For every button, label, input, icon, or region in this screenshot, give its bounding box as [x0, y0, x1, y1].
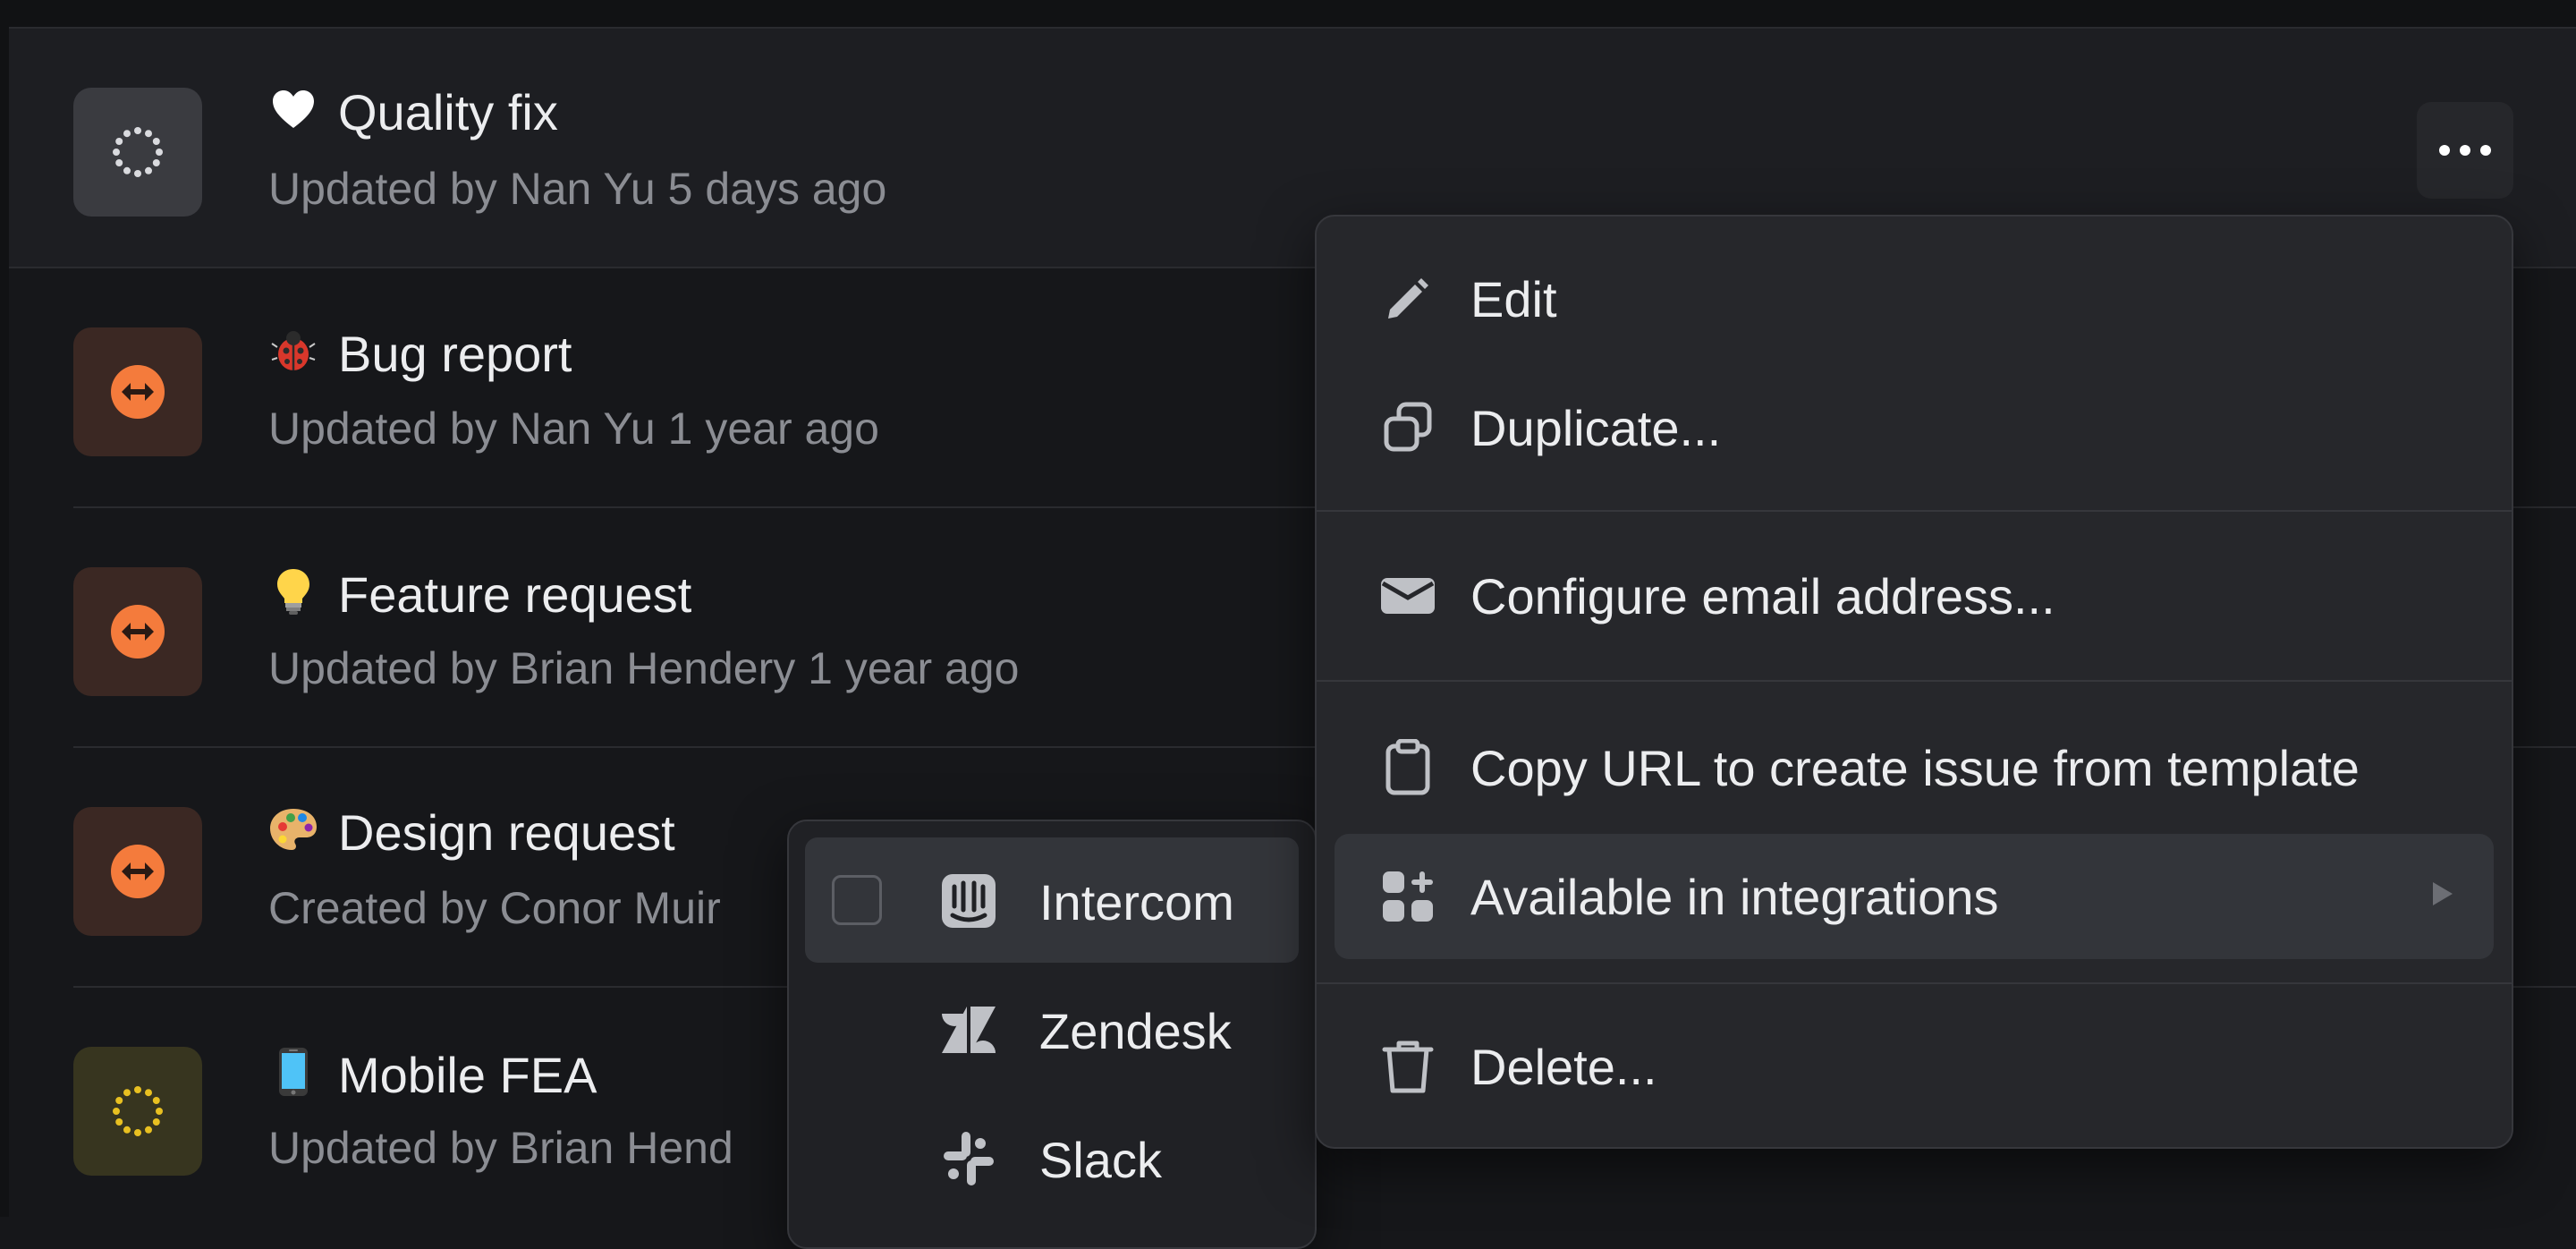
- integration-item-zendesk[interactable]: Zendesk: [805, 966, 1299, 1092]
- template-title: Design request: [338, 804, 675, 861]
- menu-item-available-in-integrations[interactable]: Available in integrations: [1335, 834, 2494, 959]
- menu-item-label: Edit: [1470, 270, 1557, 327]
- template-subtitle: Updated by Nan Yu 1 year ago: [268, 404, 879, 454]
- left-edge: [0, 27, 9, 1217]
- menu-item-copy-url[interactable]: Copy URL to create issue from template: [1335, 705, 2494, 830]
- zendesk-icon: [939, 1000, 998, 1059]
- intercom-arrows-icon: [73, 327, 202, 456]
- slack-icon: [939, 1129, 998, 1188]
- intercom-icon: [939, 871, 998, 930]
- duplicate-icon: [1379, 399, 1436, 456]
- menu-item-label: Copy URL to create issue from template: [1470, 739, 2360, 796]
- template-subtitle: Updated by Brian Hend: [268, 1123, 733, 1173]
- integration-label: Zendesk: [1039, 1003, 1232, 1059]
- template-subtitle: Updated by Brian Hendery 1 year ago: [268, 643, 1020, 693]
- menu-separator: [1317, 982, 2512, 984]
- template-title: Feature request: [338, 566, 692, 623]
- heart-emoji-icon: [268, 89, 318, 137]
- intercom-arrows-icon: [73, 567, 202, 696]
- menu-item-edit[interactable]: Edit: [1335, 236, 2494, 361]
- dashed-circle-icon: [73, 88, 202, 217]
- menu-item-label: Duplicate...: [1470, 399, 1722, 456]
- top-strip: [0, 0, 2576, 29]
- mobile-phone-emoji-icon: [268, 1047, 318, 1104]
- integration-item-intercom[interactable]: Intercom: [805, 837, 1299, 963]
- template-title: Quality fix: [338, 84, 558, 140]
- pencil-icon: [1379, 270, 1436, 327]
- envelope-icon: [1379, 567, 1436, 624]
- palette-emoji-icon: [268, 807, 318, 859]
- menu-separator: [1317, 680, 2512, 682]
- menu-item-configure-email[interactable]: Configure email address...: [1335, 533, 2494, 658]
- integrations-grid-icon: [1379, 868, 1436, 925]
- template-title: Bug report: [338, 326, 572, 382]
- intercom-arrows-icon: [73, 807, 202, 936]
- intercom-checkbox[interactable]: [832, 875, 882, 925]
- integration-label: Intercom: [1039, 874, 1234, 930]
- trash-icon: [1379, 1038, 1436, 1095]
- template-subtitle: Updated by Nan Yu 5 days ago: [268, 164, 887, 214]
- integration-label: Slack: [1039, 1132, 1162, 1188]
- integration-item-slack[interactable]: Slack: [805, 1095, 1299, 1220]
- dashed-circle-icon: [73, 1047, 202, 1176]
- template-context-menu: Edit Duplicate... Configure email addres…: [1315, 215, 2513, 1149]
- menu-separator: [1317, 510, 2512, 512]
- menu-item-label: Configure email address...: [1470, 567, 2055, 624]
- ladybug-emoji-icon: [268, 327, 318, 381]
- menu-item-delete[interactable]: Delete...: [1335, 1004, 2494, 1129]
- menu-item-duplicate[interactable]: Duplicate...: [1335, 365, 2494, 490]
- menu-item-label: Delete...: [1470, 1038, 1657, 1095]
- more-options-button[interactable]: [2417, 102, 2513, 199]
- menu-item-label: Available in integrations: [1470, 868, 1999, 925]
- more-horizontal-icon: [2439, 145, 2491, 156]
- light-bulb-emoji-icon: [268, 567, 318, 623]
- template-title: Mobile FEA: [338, 1047, 597, 1103]
- template-subtitle: Created by Conor Muir: [268, 883, 721, 933]
- integrations-submenu: Intercom Zendesk Slack: [787, 820, 1317, 1249]
- chevron-right-icon: [2431, 880, 2454, 912]
- clipboard-icon: [1379, 739, 1436, 796]
